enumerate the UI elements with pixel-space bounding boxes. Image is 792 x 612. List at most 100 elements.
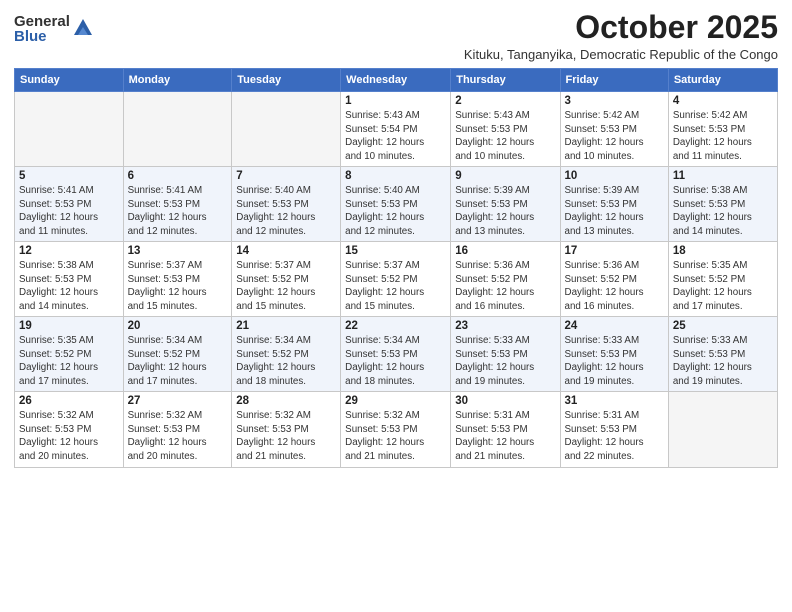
calendar-cell: 7Sunrise: 5:40 AMSunset: 5:53 PMDaylight… [232,167,341,242]
day-number: 31 [565,395,664,407]
calendar-cell: 25 Sunrise: 5:33 AMSunset: 5:53 PMDayligh… [668,317,777,392]
day-number: 22 [345,320,446,332]
day-info: Sunrise: 5:35 AMSunset: 5:52 PMDaylight:… [19,334,119,388]
col-header-thursday: Thursday [451,69,560,92]
page: General Blue October 2025 Kituku, Tangan… [0,0,792,612]
day-info: Sunrise: 5:39 AMSunset: 5:53 PMDaylight:… [455,184,555,238]
calendar-cell: 31 Sunrise: 5:31 AMSunset: 5:53 PMDayligh… [560,392,668,467]
day-info: Sunrise: 5:43 AMSunset: 5:54 PMDaylight:… [345,109,446,163]
calendar-cell: 20 Sunrise: 5:34 AMSunset: 5:52 PMDayligh… [123,317,232,392]
day-info: Sunrise: 5:42 AMSunset: 5:53 PMDaylight:… [673,109,773,163]
logo-icon [72,17,94,39]
day-number: 30 [455,395,555,407]
logo-blue: Blue [14,29,70,44]
day-info: Sunrise: 5:33 AMSunset: 5:53 PMDaylight:… [673,334,773,388]
day-number: 8 [345,170,446,182]
day-info: Sunrise: 5:38 AMSunset: 5:53 PMDaylight:… [19,259,119,313]
day-number: 12 [19,245,119,257]
day-number: 4 [673,95,773,107]
calendar-cell: 16 Sunrise: 5:36 AMSunset: 5:52 PMDayligh… [451,242,560,317]
day-info: Sunrise: 5:34 AMSunset: 5:52 PMDaylight:… [236,334,336,388]
calendar-cell: 9 Sunrise: 5:39 AMSunset: 5:53 PMDaylight… [451,167,560,242]
calendar-cell [668,392,777,467]
calendar-cell: 28Sunrise: 5:32 AMSunset: 5:53 PMDayligh… [232,392,341,467]
day-number: 25 [673,320,773,332]
day-info: Sunrise: 5:37 AMSunset: 5:52 PMDaylight:… [236,259,336,313]
day-info: Sunrise: 5:38 AMSunset: 5:53 PMDaylight:… [673,184,773,238]
day-number: 9 [455,170,555,182]
calendar-week-row: 1 Sunrise: 5:43 AMSunset: 5:54 PMDaylight… [15,92,778,167]
day-info: Sunrise: 5:31 AMSunset: 5:53 PMDaylight:… [565,409,664,463]
col-header-saturday: Saturday [668,69,777,92]
calendar-cell [123,92,232,167]
day-info: Sunrise: 5:32 AMSunset: 5:53 PMDaylight:… [19,409,119,463]
calendar-cell: 14 Sunrise: 5:37 AMSunset: 5:52 PMDayligh… [232,242,341,317]
calendar-cell: 23 Sunrise: 5:33 AMSunset: 5:53 PMDayligh… [451,317,560,392]
day-number: 17 [565,245,664,257]
day-info: Sunrise: 5:40 AMSunset: 5:53 PMDaylight:… [236,184,336,238]
day-number: 16 [455,245,555,257]
calendar-cell [232,92,341,167]
calendar-cell: 5 Sunrise: 5:41 AMSunset: 5:53 PMDaylight… [15,167,124,242]
day-info: Sunrise: 5:40 AMSunset: 5:53 PMDaylight:… [345,184,446,238]
day-number: 14 [236,245,336,257]
day-info: Sunrise: 5:33 AMSunset: 5:53 PMDaylight:… [455,334,555,388]
day-number: 18 [673,245,773,257]
day-info: Sunrise: 5:32 AMSunset: 5:53 PMDaylight:… [236,409,336,463]
col-header-friday: Friday [560,69,668,92]
calendar-cell: 15Sunrise: 5:37 AMSunset: 5:52 PMDayligh… [341,242,451,317]
col-header-sunday: Sunday [15,69,124,92]
day-info: Sunrise: 5:34 AMSunset: 5:52 PMDaylight:… [128,334,228,388]
calendar-cell: 19 Sunrise: 5:35 AMSunset: 5:52 PMDayligh… [15,317,124,392]
calendar-cell: 26 Sunrise: 5:32 AMSunset: 5:53 PMDayligh… [15,392,124,467]
day-number: 3 [565,95,664,107]
day-number: 26 [19,395,119,407]
calendar-cell: 10Sunrise: 5:39 AMSunset: 5:53 PMDayligh… [560,167,668,242]
day-info: Sunrise: 5:43 AMSunset: 5:53 PMDaylight:… [455,109,555,163]
day-number: 1 [345,95,446,107]
calendar-cell: 1 Sunrise: 5:43 AMSunset: 5:54 PMDaylight… [341,92,451,167]
calendar-cell: 24 Sunrise: 5:33 AMSunset: 5:53 PMDayligh… [560,317,668,392]
day-number: 29 [345,395,446,407]
col-header-monday: Monday [123,69,232,92]
day-info: Sunrise: 5:39 AMSunset: 5:53 PMDaylight:… [565,184,664,238]
month-title: October 2025 [464,10,778,45]
day-info: Sunrise: 5:34 AMSunset: 5:53 PMDaylight:… [345,334,446,388]
day-info: Sunrise: 5:33 AMSunset: 5:53 PMDaylight:… [565,334,664,388]
calendar-cell: 11Sunrise: 5:38 AMSunset: 5:53 PMDayligh… [668,167,777,242]
logo: General Blue [14,14,94,44]
day-info: Sunrise: 5:36 AMSunset: 5:52 PMDaylight:… [455,259,555,313]
calendar-cell: 6Sunrise: 5:41 AMSunset: 5:53 PMDaylight… [123,167,232,242]
calendar-cell: 22 Sunrise: 5:34 AMSunset: 5:53 PMDayligh… [341,317,451,392]
calendar-cell: 30 Sunrise: 5:31 AMSunset: 5:53 PMDayligh… [451,392,560,467]
day-info: Sunrise: 5:41 AMSunset: 5:53 PMDaylight:… [19,184,119,238]
day-number: 24 [565,320,664,332]
calendar-week-row: 19 Sunrise: 5:35 AMSunset: 5:52 PMDayligh… [15,317,778,392]
calendar-cell [15,92,124,167]
day-number: 5 [19,170,119,182]
calendar-cell: 12 Sunrise: 5:38 AMSunset: 5:53 PMDayligh… [15,242,124,317]
day-info: Sunrise: 5:32 AMSunset: 5:53 PMDaylight:… [128,409,228,463]
calendar-cell: 17 Sunrise: 5:36 AMSunset: 5:52 PMDayligh… [560,242,668,317]
calendar-cell: 13Sunrise: 5:37 AMSunset: 5:53 PMDayligh… [123,242,232,317]
calendar-cell: 4 Sunrise: 5:42 AMSunset: 5:53 PMDaylight… [668,92,777,167]
calendar: SundayMondayTuesdayWednesdayThursdayFrid… [14,68,778,467]
day-info: Sunrise: 5:31 AMSunset: 5:53 PMDaylight:… [455,409,555,463]
day-number: 15 [345,245,446,257]
day-number: 27 [128,395,228,407]
day-number: 21 [236,320,336,332]
day-info: Sunrise: 5:36 AMSunset: 5:52 PMDaylight:… [565,259,664,313]
calendar-week-row: 26 Sunrise: 5:32 AMSunset: 5:53 PMDayligh… [15,392,778,467]
day-info: Sunrise: 5:41 AMSunset: 5:53 PMDaylight:… [128,184,228,238]
day-number: 19 [19,320,119,332]
col-header-tuesday: Tuesday [232,69,341,92]
subtitle: Kituku, Tanganyika, Democratic Republic … [464,47,778,62]
col-header-wednesday: Wednesday [341,69,451,92]
calendar-cell: 2Sunrise: 5:43 AMSunset: 5:53 PMDaylight… [451,92,560,167]
day-info: Sunrise: 5:37 AMSunset: 5:53 PMDaylight:… [128,259,228,313]
calendar-cell: 29Sunrise: 5:32 AMSunset: 5:53 PMDayligh… [341,392,451,467]
day-number: 23 [455,320,555,332]
day-number: 20 [128,320,228,332]
calendar-cell: 8 Sunrise: 5:40 AMSunset: 5:53 PMDaylight… [341,167,451,242]
title-block: October 2025 Kituku, Tanganyika, Democra… [464,10,778,62]
